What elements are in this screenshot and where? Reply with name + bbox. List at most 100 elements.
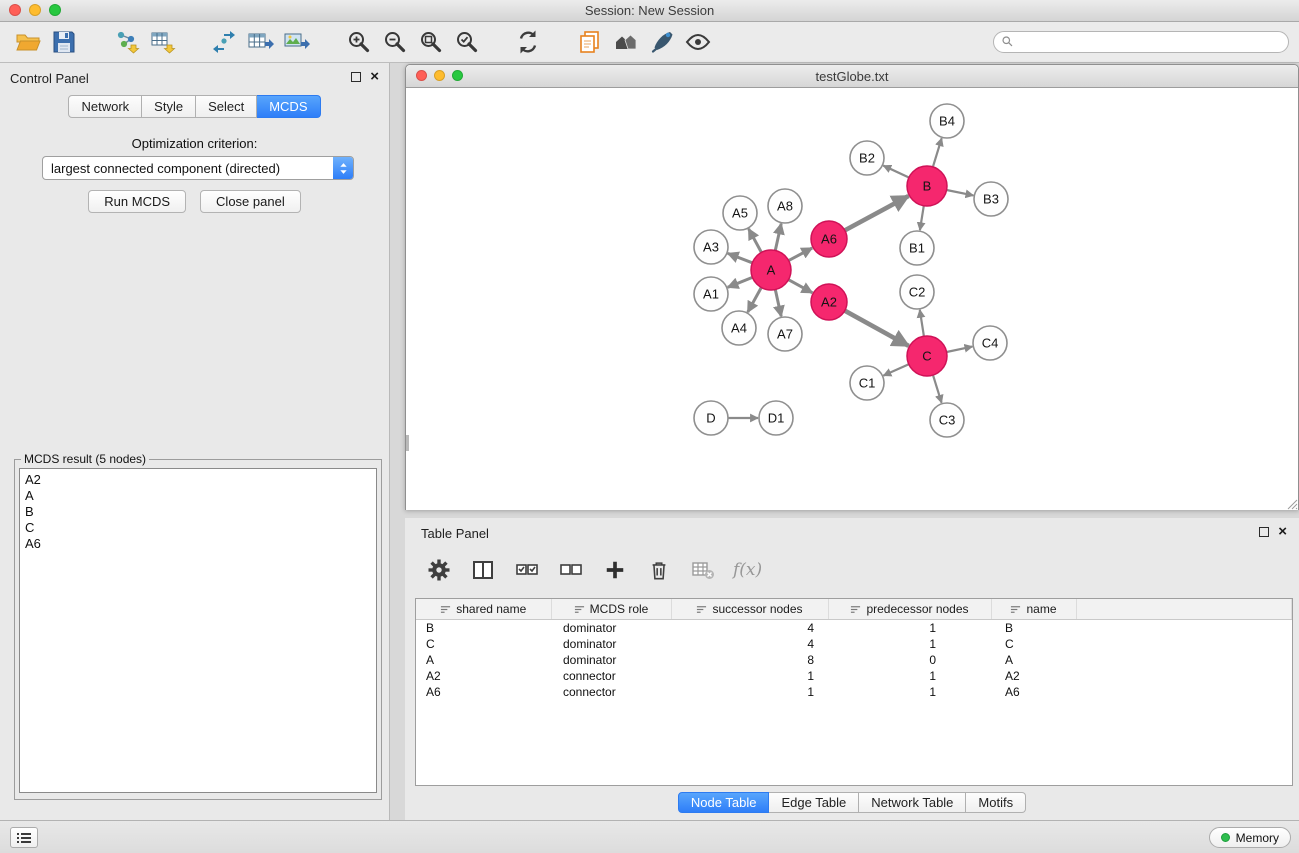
network-canvas[interactable]: B4B2BB3A5A8A6A3AB1A1A2C2A4A7C4CC1DD1C3 bbox=[406, 88, 1298, 510]
zoom-fit-icon[interactable] bbox=[412, 24, 448, 60]
graph-node[interactable]: A3 bbox=[694, 230, 728, 264]
table-cell[interactable]: 1 bbox=[828, 668, 991, 684]
graph-node[interactable]: C3 bbox=[930, 403, 964, 437]
table-cell[interactable]: C bbox=[416, 636, 551, 652]
select-all-icon[interactable] bbox=[513, 556, 541, 584]
graph-node[interactable]: A5 bbox=[723, 196, 757, 230]
table-cell[interactable]: 4 bbox=[671, 620, 828, 637]
table-cell[interactable]: dominator bbox=[551, 620, 671, 637]
table-cell[interactable]: 1 bbox=[671, 684, 828, 700]
canvas-scroll-nub[interactable] bbox=[406, 435, 409, 451]
table-row[interactable]: A2connector11A2 bbox=[416, 668, 1292, 684]
graph-node[interactable]: A7 bbox=[768, 317, 802, 351]
graph-edge[interactable] bbox=[845, 311, 909, 346]
result-item[interactable]: A6 bbox=[25, 536, 371, 552]
graph-node[interactable]: A2 bbox=[811, 284, 847, 320]
trash-icon[interactable] bbox=[645, 556, 673, 584]
home-icon[interactable] bbox=[608, 24, 644, 60]
close-window-button[interactable] bbox=[9, 4, 21, 16]
graph-node[interactable]: C2 bbox=[900, 275, 934, 309]
graph-node[interactable]: A4 bbox=[722, 311, 756, 345]
export-network-icon[interactable] bbox=[206, 24, 242, 60]
table-cell[interactable]: connector bbox=[551, 684, 671, 700]
table-cell[interactable]: A bbox=[991, 652, 1076, 668]
column-header-name[interactable]: name bbox=[991, 599, 1076, 620]
mcds-result-list[interactable]: A2ABCA6 bbox=[19, 468, 377, 793]
graph-node[interactable]: B3 bbox=[974, 182, 1008, 216]
network-minimize-button[interactable] bbox=[434, 70, 445, 81]
table-cell[interactable]: A2 bbox=[991, 668, 1076, 684]
graph-edge[interactable] bbox=[748, 288, 762, 313]
table-cell[interactable]: connector bbox=[551, 668, 671, 684]
column-header-shared-name[interactable]: shared name bbox=[416, 599, 551, 620]
task-list-icon[interactable] bbox=[10, 827, 38, 848]
zoom-in-icon[interactable] bbox=[340, 24, 376, 60]
table-row[interactable]: A6connector11A6 bbox=[416, 684, 1292, 700]
delete-table-icon[interactable] bbox=[689, 556, 717, 584]
network-graph[interactable]: B4B2BB3A5A8A6A3AB1A1A2C2A4A7C4CC1DD1C3 bbox=[406, 88, 1298, 509]
graph-node[interactable]: B1 bbox=[900, 231, 934, 265]
table-cell[interactable]: B bbox=[991, 620, 1076, 637]
graph-node[interactable]: C4 bbox=[973, 326, 1007, 360]
table-cell[interactable]: 1 bbox=[671, 668, 828, 684]
graph-node[interactable]: D1 bbox=[759, 401, 793, 435]
run-mcds-button[interactable]: Run MCDS bbox=[88, 190, 186, 213]
graph-edge[interactable] bbox=[920, 206, 924, 231]
tab-network[interactable]: Network bbox=[68, 95, 142, 118]
network-close-button[interactable] bbox=[416, 70, 427, 81]
graph-node[interactable]: C bbox=[907, 336, 947, 376]
graph-edge[interactable] bbox=[728, 253, 753, 262]
result-item[interactable]: C bbox=[25, 520, 371, 536]
pages-icon[interactable] bbox=[572, 24, 608, 60]
graph-node[interactable]: D bbox=[694, 401, 728, 435]
zoom-window-button[interactable] bbox=[49, 4, 61, 16]
table-row[interactable]: Adominator80A bbox=[416, 652, 1292, 668]
graph-edge[interactable] bbox=[947, 347, 973, 352]
column-header-predecessor-nodes[interactable]: predecessor nodes bbox=[828, 599, 991, 620]
zoom-out-icon[interactable] bbox=[376, 24, 412, 60]
result-item[interactable]: A2 bbox=[25, 472, 371, 488]
unselect-all-icon[interactable] bbox=[557, 556, 585, 584]
save-icon[interactable] bbox=[46, 24, 82, 60]
table-close-panel-icon[interactable]: × bbox=[1278, 526, 1287, 537]
graph-edge[interactable] bbox=[933, 375, 942, 403]
table-float-panel-icon[interactable] bbox=[1259, 527, 1269, 537]
table-cell[interactable]: 0 bbox=[828, 652, 991, 668]
add-row-icon[interactable] bbox=[601, 556, 629, 584]
result-item[interactable]: B bbox=[25, 504, 371, 520]
result-item[interactable]: A bbox=[25, 488, 371, 504]
resize-grip-icon[interactable] bbox=[1285, 497, 1298, 510]
table-cell[interactable]: B bbox=[416, 620, 551, 637]
graph-edge[interactable] bbox=[883, 364, 908, 375]
table-cell[interactable]: A6 bbox=[416, 684, 551, 700]
search-box[interactable] bbox=[993, 31, 1289, 53]
graph-node[interactable]: C1 bbox=[850, 366, 884, 400]
table-row[interactable]: Cdominator41C bbox=[416, 636, 1292, 652]
table-cell[interactable]: 1 bbox=[828, 684, 991, 700]
zoom-selected-icon[interactable] bbox=[448, 24, 484, 60]
table-row[interactable]: Bdominator41B bbox=[416, 620, 1292, 637]
show-columns-icon[interactable] bbox=[469, 556, 497, 584]
tab-node-table[interactable]: Node Table bbox=[678, 792, 770, 813]
graph-edge[interactable] bbox=[845, 196, 909, 230]
function-builder-icon[interactable]: f(x) bbox=[733, 560, 762, 580]
graph-edge[interactable] bbox=[749, 229, 762, 253]
close-panel-icon[interactable]: × bbox=[370, 71, 379, 82]
tab-style[interactable]: Style bbox=[142, 95, 196, 118]
table-cell[interactable]: 1 bbox=[828, 620, 991, 637]
table-cell[interactable]: 8 bbox=[671, 652, 828, 668]
import-table-icon[interactable] bbox=[144, 24, 180, 60]
search-input[interactable] bbox=[993, 31, 1289, 53]
gear-icon[interactable] bbox=[425, 556, 453, 584]
graph-edge[interactable] bbox=[933, 138, 942, 167]
table-cell[interactable]: 1 bbox=[828, 636, 991, 652]
table-cell[interactable]: C bbox=[991, 636, 1076, 652]
close-panel-button[interactable]: Close panel bbox=[200, 190, 301, 213]
tab-motifs[interactable]: Motifs bbox=[966, 792, 1026, 813]
window-titlebar[interactable]: Session: New Session bbox=[0, 0, 1299, 22]
table-cell[interactable]: A2 bbox=[416, 668, 551, 684]
graph-node[interactable]: B bbox=[907, 166, 947, 206]
criterion-select[interactable]: largest connected component (directed) bbox=[42, 156, 354, 180]
export-table-icon[interactable] bbox=[242, 24, 278, 60]
table-cell[interactable]: A6 bbox=[991, 684, 1076, 700]
